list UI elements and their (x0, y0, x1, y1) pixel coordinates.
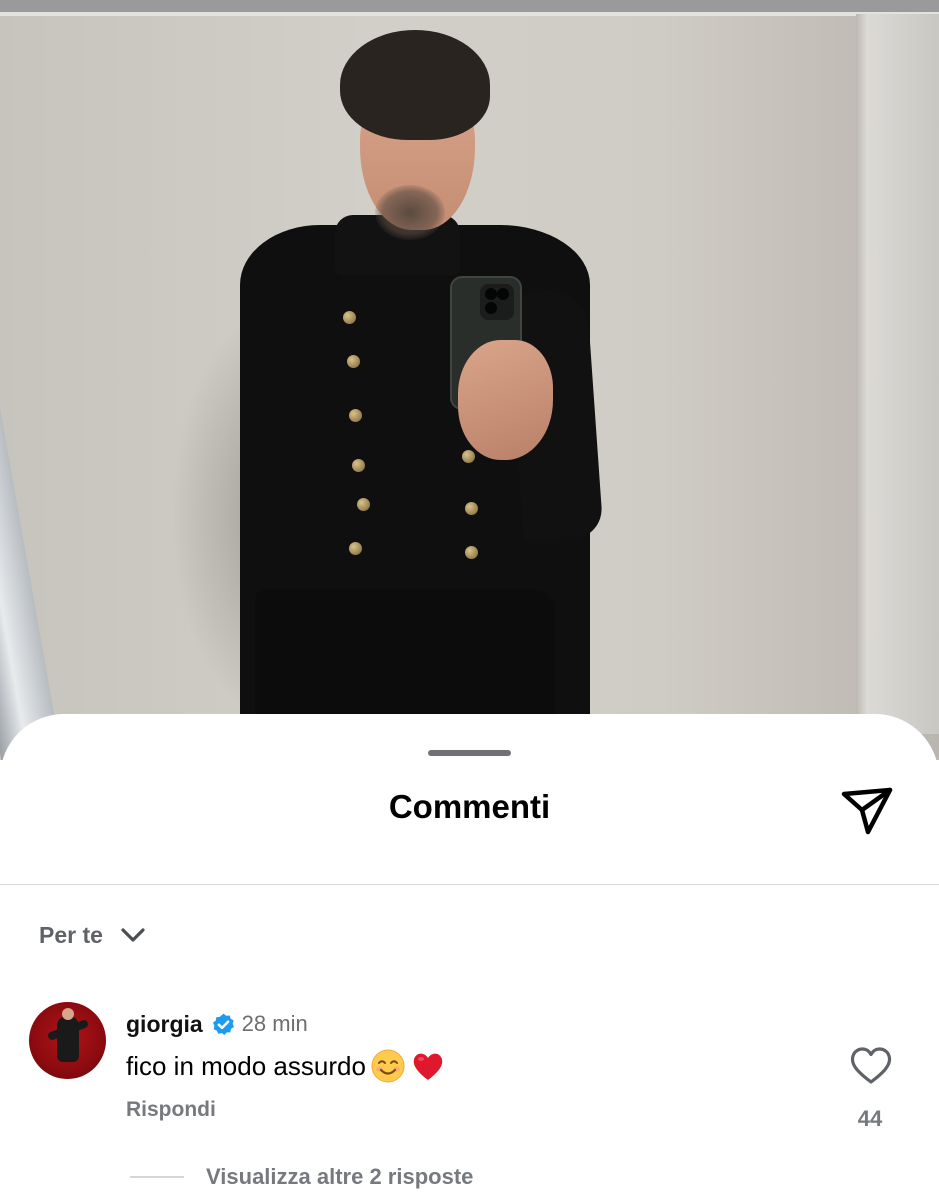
jacket-button (347, 355, 360, 368)
sheet-drag-handle[interactable] (428, 750, 511, 756)
hair (340, 30, 490, 140)
chevron-down-icon (121, 928, 145, 942)
comment-body: fico in modo assurdo (126, 1048, 446, 1084)
jacket-button (462, 450, 475, 463)
red-heart-emoji (413, 1053, 443, 1080)
verified-badge-icon (212, 1013, 234, 1035)
jacket-button (343, 311, 356, 324)
camera-module (480, 284, 514, 320)
comment-timestamp: 28 min (241, 1011, 308, 1036)
person-figure (0, 0, 939, 760)
heart-icon[interactable] (849, 1046, 893, 1086)
view-replies-label: Visualizza altre 2 risposte (206, 1164, 474, 1189)
jacket-button (465, 502, 478, 515)
replies-divider-line (130, 1176, 184, 1178)
sort-dropdown[interactable]: Per te (39, 918, 147, 952)
avatar[interactable] (29, 1002, 106, 1079)
comment-text: fico in modo assurdo (126, 1050, 366, 1081)
beard (375, 185, 445, 240)
sheet-divider (0, 884, 939, 885)
reply-button[interactable]: Rispondi (126, 1098, 216, 1122)
view-replies-button[interactable]: Visualizza altre 2 risposte (130, 1164, 473, 1190)
comment-header: giorgia 28 min (126, 1008, 308, 1040)
sheet-title: Commenti (388, 788, 551, 825)
jacket-button (352, 459, 365, 472)
jacket-button (465, 546, 478, 559)
avatar-figure (57, 1008, 79, 1062)
comment-username[interactable]: giorgia (126, 1011, 203, 1038)
post-photo (0, 0, 939, 760)
comments-sheet: Commenti Per te giorgia 28 min fico in m… (0, 714, 939, 1200)
like-count: 44 (857, 1106, 883, 1131)
smiling-face-emoji (371, 1049, 405, 1083)
jacket-button (357, 498, 370, 511)
jacket-button (349, 409, 362, 422)
jacket-button (349, 542, 362, 555)
hand (458, 340, 553, 460)
comment-item: giorgia 28 min fico in modo assurdo Risp… (0, 1002, 939, 1182)
sort-label: Per te (39, 921, 103, 948)
send-icon[interactable] (838, 782, 896, 838)
